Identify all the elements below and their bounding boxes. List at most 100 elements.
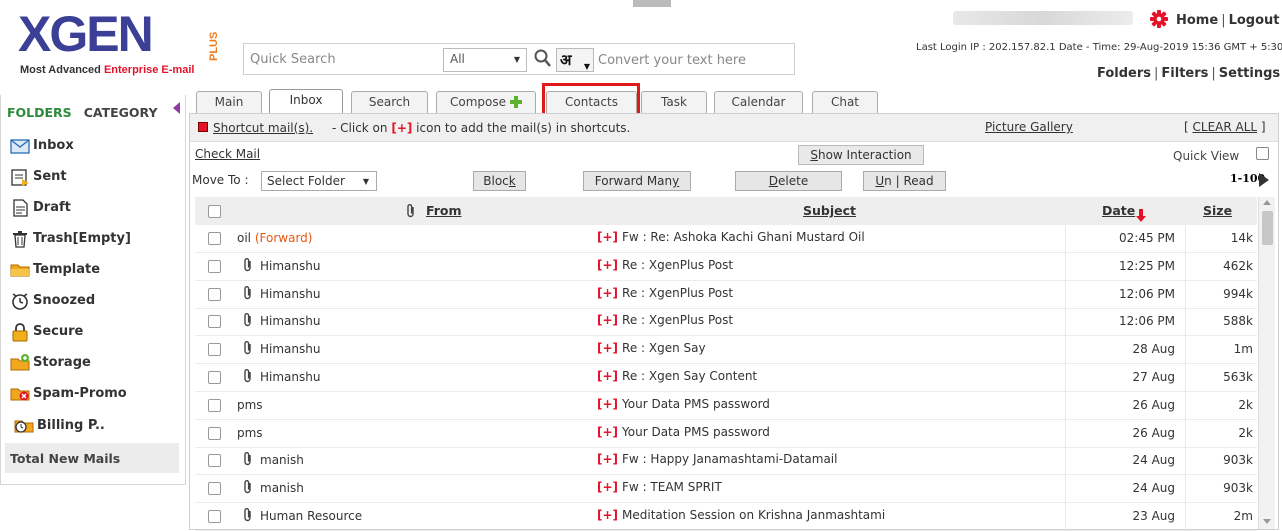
table-row[interactable]: Himanshu [+] Re : Xgen Say Content 27 Aug 56…	[195, 364, 1257, 392]
received-date: 27 Aug	[1132, 370, 1175, 384]
forward-many-button[interactable]: Forward Many	[583, 171, 691, 191]
sidebar-item-billing[interactable]: Billing P..	[13, 415, 183, 439]
add-shortcut-icon[interactable]: [+]	[597, 313, 618, 327]
sidebar-item-template[interactable]: Template	[9, 259, 179, 283]
chevron-down-icon: ▼	[513, 55, 520, 64]
scroll-up-icon[interactable]	[1263, 200, 1271, 205]
xgen-logo[interactable]: XGEN PLUS Most Advanced Enterprise E-mai…	[18, 6, 220, 80]
row-checkbox[interactable]	[208, 371, 221, 384]
quick-search-input[interactable]	[248, 48, 438, 70]
tab-calendar[interactable]: Calendar	[714, 91, 803, 113]
row-checkbox[interactable]	[208, 259, 221, 273]
subject-text: Your Data PMS password	[622, 396, 770, 411]
add-shortcut-icon[interactable]: [+]	[597, 258, 618, 272]
search-icon[interactable]	[534, 49, 552, 69]
folders-tab[interactable]: FOLDERS	[7, 105, 72, 120]
sidebar-item-draft[interactable]: Draft	[9, 197, 179, 221]
table-row[interactable]: pms [+] Your Data PMS password 26 Aug 2k	[195, 391, 1257, 420]
sidebar-item-trash[interactable]: Trash[Empty]	[9, 228, 179, 252]
home-link[interactable]: Home	[1176, 13, 1218, 28]
delete-button[interactable]: Delete	[735, 171, 842, 191]
block-button[interactable]: Block	[473, 171, 526, 191]
subject: [+] Re : XgenPlus Post	[597, 258, 733, 272]
collapse-sidebar-icon[interactable]	[173, 102, 180, 114]
convert-text-input[interactable]	[596, 49, 791, 71]
move-to-folder-select[interactable]: Select Folder ▼	[261, 171, 377, 191]
row-checkbox[interactable]	[208, 482, 221, 496]
row-checkbox[interactable]	[208, 315, 221, 329]
table-row[interactable]: Himanshu [+] Re : XgenPlus Post 12:06 PM 994…	[195, 280, 1257, 309]
mail-size: 994k	[1223, 286, 1253, 301]
sidebar-item-sent[interactable]: Sent	[9, 166, 179, 190]
from-column-header[interactable]: From	[426, 203, 462, 218]
folders-link[interactable]: Folders	[1097, 66, 1151, 81]
check-mail-link[interactable]: Check Mail	[195, 147, 260, 161]
shortcut-mails-link[interactable]: Shortcut mail(s).	[213, 121, 313, 135]
sidebar-item-storage[interactable]: Storage	[9, 352, 179, 376]
mail-list-scrollbar[interactable]	[1258, 197, 1275, 529]
table-row[interactable]: Human Resource [+] Meditation Session on K…	[195, 503, 1257, 531]
add-shortcut-icon[interactable]: [+]	[597, 452, 618, 466]
table-row[interactable]: Himanshu [+] Re : XgenPlus Post 12:06 PM 588…	[195, 308, 1257, 337]
sidebar-item-secure[interactable]: Secure	[9, 321, 179, 345]
subject-text: Re : XgenPlus Post	[622, 257, 734, 272]
table-row[interactable]: Himanshu [+] Re : XgenPlus Post 12:25 PM 462…	[195, 252, 1257, 281]
row-checkbox[interactable]	[208, 426, 221, 440]
add-shortcut-icon[interactable]: [+]	[597, 369, 618, 383]
settings-link[interactable]: Settings	[1219, 66, 1280, 81]
clear-all-link[interactable]: [ CLEAR ALL ]	[1184, 120, 1266, 134]
row-checkbox[interactable]	[208, 510, 221, 523]
tab-search[interactable]: Search	[351, 91, 428, 113]
scrollbar-thumb[interactable]	[1262, 211, 1273, 245]
filters-link[interactable]: Filters	[1161, 66, 1208, 81]
next-page-icon[interactable]	[1259, 173, 1269, 187]
sender: Himanshu	[260, 259, 320, 273]
mail-size: 2m	[1233, 509, 1253, 523]
date-column-header[interactable]: Date	[1102, 203, 1135, 218]
gear-icon[interactable]	[1150, 10, 1168, 28]
access-key: D	[768, 174, 779, 188]
row-checkbox[interactable]	[208, 287, 221, 301]
tab-main[interactable]: Main	[196, 91, 262, 113]
add-shortcut-icon[interactable]: [+]	[597, 341, 618, 355]
add-shortcut-icon[interactable]: [+]	[597, 230, 618, 244]
language-button[interactable]: अ ▼	[556, 48, 594, 72]
language-label: अ	[560, 51, 572, 69]
sidebar-item-snoozed[interactable]: Snoozed	[9, 290, 179, 314]
tab-chat[interactable]: Chat	[812, 91, 878, 113]
add-shortcut-icon[interactable]: [+]	[597, 286, 618, 300]
search-scope-select[interactable]: All ▼	[443, 48, 527, 72]
row-checkbox[interactable]	[208, 343, 221, 357]
table-row[interactable]: Himanshu [+] Re : Xgen Say 28 Aug 1m	[195, 336, 1257, 365]
size-column-header[interactable]: Size	[1203, 203, 1232, 218]
add-shortcut-icon[interactable]: [+]	[597, 425, 618, 439]
subject-column-header[interactable]: Subject	[803, 203, 856, 218]
sidebar-item-label: Storage	[33, 355, 91, 370]
quick-view-checkbox[interactable]	[1256, 147, 1269, 160]
tab-label: Compose	[449, 95, 506, 109]
sidebar-item-inbox[interactable]: Inbox	[9, 135, 179, 159]
scroll-down-icon[interactable]	[1263, 519, 1271, 524]
logout-link[interactable]: Logout	[1229, 13, 1280, 28]
table-row[interactable]: manish [+] Fw : TEAM SPRIT 24 Aug 903k	[195, 475, 1257, 504]
category-tab[interactable]: CATEGORY	[84, 105, 158, 120]
add-shortcut-icon[interactable]: [+]	[597, 397, 618, 411]
add-shortcut-icon[interactable]: [+]	[597, 480, 618, 494]
sidebar-item-spam-promo[interactable]: Spam-Promo	[9, 383, 179, 407]
row-checkbox[interactable]	[208, 454, 221, 468]
add-shortcut-icon[interactable]: [+]	[597, 508, 618, 522]
table-row[interactable]: oil (Forward) [+] Fw : Re: Ashoka Kachi Gh…	[195, 225, 1257, 253]
tab-task[interactable]: Task	[641, 91, 707, 113]
tab-inbox[interactable]: Inbox	[269, 89, 343, 115]
tab-compose[interactable]: Compose	[436, 91, 536, 113]
table-row[interactable]: pms [+] Your Data PMS password 26 Aug 2k	[195, 419, 1257, 448]
unread-read-button[interactable]: Un | Read	[863, 171, 946, 191]
table-row[interactable]: manish [+] Fw : Happy Janamashtami-Datamai…	[195, 447, 1257, 476]
top-links: Home | Logout	[1176, 13, 1280, 28]
row-checkbox[interactable]	[208, 398, 221, 412]
show-interaction-button[interactable]: Show Interaction	[798, 145, 924, 165]
row-checkbox[interactable]	[208, 232, 221, 245]
total-new-mails[interactable]: Total New Mails	[5, 443, 179, 473]
select-all-checkbox[interactable]	[208, 205, 221, 218]
picture-gallery-link[interactable]: Picture Gallery	[985, 120, 1073, 134]
